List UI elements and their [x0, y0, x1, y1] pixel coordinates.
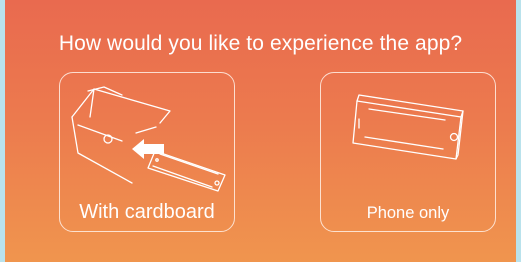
phone-only-label: Phone only — [366, 204, 450, 222]
cardboard-viewer-icon — [71, 86, 226, 192]
mode-selection-screen: How would you like to experience the app… — [5, 0, 516, 262]
page-title: How would you like to experience the app… — [58, 32, 463, 55]
smartphone-icon — [352, 94, 464, 160]
with-cardboard-label: With cardboard — [79, 201, 215, 223]
with-cardboard-option-button[interactable]: With cardboard — [59, 72, 235, 232]
phone-only-option-button[interactable]: Phone only — [320, 72, 496, 232]
